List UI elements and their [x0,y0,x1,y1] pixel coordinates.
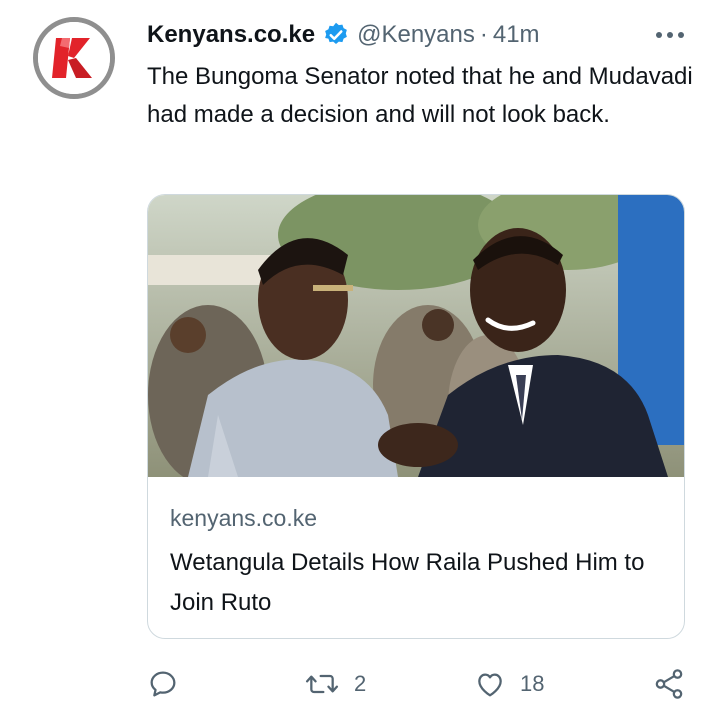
link-card[interactable]: kenyans.co.ke Wetangula Details How Rail… [147,194,685,639]
like-count: 18 [520,671,545,696]
retweet-icon [305,674,339,694]
retweet-button[interactable]: 2 [304,664,366,704]
account-avatar[interactable] [33,17,115,99]
card-title: Wetangula Details How Raila Pushed Him t… [170,549,645,616]
card-domain: kenyans.co.ke [170,505,318,531]
share-button[interactable] [652,664,686,704]
tweet-text: The Bungoma Senator noted that he and Mu… [147,63,693,128]
tweet-actions: 2 18 [147,664,692,704]
tweet-header: Kenyans.co.ke @Kenyans · 41m [147,19,540,51]
account-handle[interactable]: @Kenyans [357,21,475,49]
separator-dot: · [479,21,488,48]
more-options-icon[interactable] [652,23,688,47]
kenyans-logo [38,22,110,94]
reply-icon [150,671,176,697]
reply-button[interactable] [147,664,193,704]
share-icon [655,669,683,699]
card-image [148,195,684,477]
account-name[interactable]: Kenyans.co.ke [147,21,315,49]
like-button[interactable]: 18 [474,664,544,704]
verified-badge-icon [322,21,350,49]
retweet-count: 2 [354,671,367,696]
tweet-timestamp[interactable]: 41m [493,21,540,49]
heart-icon [478,673,502,697]
